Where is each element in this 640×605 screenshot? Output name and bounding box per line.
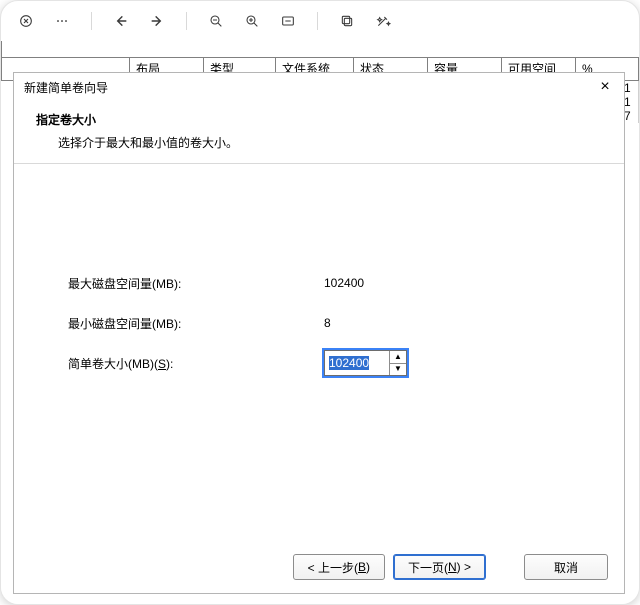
wizard-title: 新建简单卷向导 [24,79,594,96]
zoom-in-icon[interactable] [241,10,263,32]
simple-volume-size-input[interactable] [325,351,389,375]
more-icon[interactable] [51,10,73,32]
min-disk-space-label: 最小磁盘空间量(MB): [68,315,324,332]
new-simple-volume-wizard: 新建简单卷向导 × 指定卷大小 选择介于最大和最小值的卷大小。 最大磁盘空间量(… [13,72,625,594]
wand-icon[interactable] [372,10,394,32]
simple-volume-size-spinner[interactable]: ▲ ▼ [324,350,407,376]
forward-icon[interactable] [146,10,168,32]
cancel-button[interactable]: 取消 [524,554,608,580]
close-circle-icon[interactable] [15,10,37,32]
fit-width-icon[interactable] [277,10,299,32]
close-icon[interactable]: × [594,76,616,98]
min-disk-space-value: 8 [324,316,331,330]
max-disk-space-label: 最大磁盘空间量(MB): [68,275,324,292]
back-button[interactable]: < 上一步(B) [293,554,385,580]
back-icon[interactable] [110,10,132,32]
next-button[interactable]: 下一页(N) > [393,554,486,580]
wizard-subheading: 选择介于最大和最小值的卷大小。 [58,134,612,151]
copy-icon[interactable] [336,10,358,32]
simple-volume-size-label: 简单卷大小(MB)(S): [68,355,324,372]
spin-down-icon[interactable]: ▼ [390,364,406,376]
spin-up-icon[interactable]: ▲ [390,351,406,364]
wizard-heading: 指定卷大小 [36,111,612,128]
zoom-out-icon[interactable] [205,10,227,32]
viewer-toolbar [1,1,639,42]
max-disk-space-value: 102400 [324,276,364,290]
